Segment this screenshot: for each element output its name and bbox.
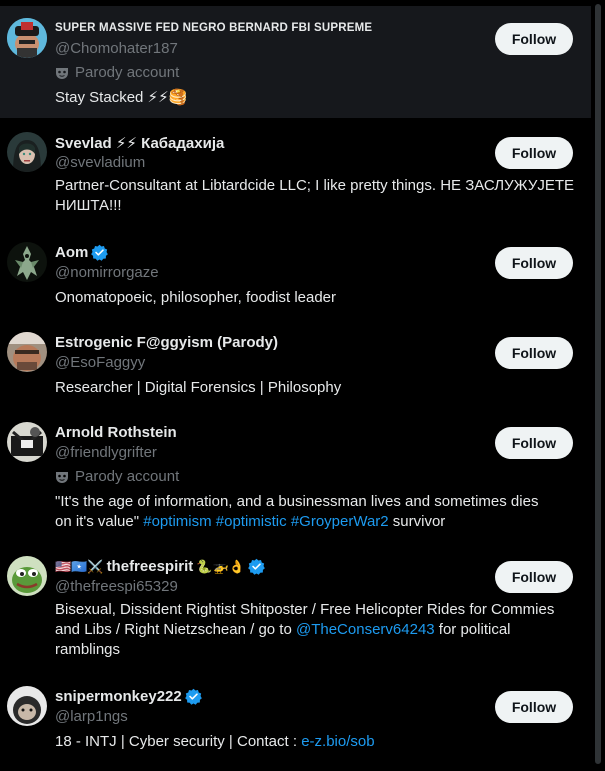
- display-name[interactable]: snipermonkey222: [55, 688, 202, 705]
- name-emoji-suffix: 🐍🚁👌: [196, 558, 245, 574]
- mask-icon: [56, 471, 68, 483]
- follow-button[interactable]: Follow: [495, 427, 573, 459]
- display-name-text[interactable]: thefreespirit: [107, 558, 194, 575]
- user-cell[interactable]: Aom @nomirrorgaze Onomatopoeic, philosop…: [0, 230, 591, 320]
- bio: Researcher | Digital Forensics | Philoso…: [55, 379, 342, 396]
- parody-label: Parody account: [55, 468, 179, 485]
- display-name[interactable]: Estrogenic F@ggyism (Parody): [55, 334, 278, 351]
- username[interactable]: @EsoFaggyy: [55, 354, 145, 371]
- display-name[interactable]: 🇺🇸🇸🇴⚔️ thefreespirit 🐍🚁👌: [55, 558, 265, 575]
- display-name-text[interactable]: Aom: [55, 244, 88, 261]
- user-cell[interactable]: snipermonkey222 @larp1ngs 18 - INTJ | Cy…: [0, 674, 591, 771]
- bio: 18 - INTJ | Cyber security | Contact : e…: [55, 732, 580, 752]
- username[interactable]: @thefreespi65329: [55, 578, 178, 595]
- username[interactable]: @nomirrorgaze: [55, 264, 159, 281]
- follow-button[interactable]: Follow: [495, 247, 573, 279]
- bio: Onomatopoeic, philosopher, foodist leade…: [55, 289, 337, 306]
- username[interactable]: @Chomohater187: [55, 40, 178, 57]
- username[interactable]: @larp1ngs: [55, 708, 128, 725]
- verified-badge-icon: [247, 558, 265, 575]
- username[interactable]: @svevladium: [55, 154, 145, 171]
- bio: "It's the age of information, and a busi…: [55, 492, 580, 532]
- bio-line: on it's value" #optimism #optimistic #Gr…: [55, 512, 580, 532]
- scrollbar[interactable]: [591, 0, 605, 771]
- bio: Stay Stacked ⚡⚡🥞: [55, 89, 188, 106]
- bio-line: НИШТА!!!: [55, 197, 122, 214]
- follow-button[interactable]: Follow: [495, 561, 573, 593]
- avatar[interactable]: [7, 332, 47, 372]
- username[interactable]: @friendlygrifter: [55, 444, 157, 461]
- user-cell[interactable]: SUPER MASSIVE FED NEGRO BERNARD FBI SUPR…: [0, 6, 591, 118]
- avatar[interactable]: [7, 422, 47, 462]
- hashtag-link[interactable]: #optimism: [143, 513, 211, 530]
- display-name[interactable]: Aom: [55, 244, 109, 261]
- mask-icon: [56, 67, 68, 79]
- follow-button[interactable]: Follow: [495, 691, 573, 723]
- bio: Partner-Consultant at Libtardcide LLC; I…: [55, 176, 580, 216]
- user-cell[interactable]: Estrogenic F@ggyism (Parody) @EsoFaggyy …: [0, 320, 591, 410]
- display-name[interactable]: SUPER MASSIVE FED NEGRO BERNARD FBI SUPR…: [55, 22, 372, 34]
- mention-link[interactable]: @TheConserv64243: [296, 621, 435, 638]
- avatar[interactable]: [7, 18, 47, 58]
- avatar[interactable]: [7, 686, 47, 726]
- display-name[interactable]: Svevlad ⚡⚡ Кабадахија: [55, 134, 224, 152]
- bio-line: "It's the age of information, and a busi…: [55, 493, 539, 510]
- display-name[interactable]: Arnold Rothstein: [55, 424, 177, 441]
- follow-button[interactable]: Follow: [495, 23, 573, 55]
- user-cell[interactable]: 🇺🇸🇸🇴⚔️ thefreespirit 🐍🚁👌 @thefreespi6532…: [0, 544, 591, 674]
- hashtag-link[interactable]: #optimistic: [216, 513, 287, 530]
- display-name-text[interactable]: snipermonkey222: [55, 688, 182, 705]
- bio-text: for political: [438, 621, 511, 638]
- parody-text: Parody account: [75, 468, 180, 485]
- parody-label: Parody account: [55, 64, 179, 81]
- bio-link[interactable]: e-z.bio/sob: [301, 733, 374, 750]
- user-cell[interactable]: Arnold Rothstein @friendlygrifter Parody…: [0, 410, 591, 544]
- follow-button[interactable]: Follow: [495, 137, 573, 169]
- bio-text: on it's value": [55, 513, 140, 530]
- name-emoji-prefix: 🇺🇸🇸🇴⚔️: [55, 558, 104, 574]
- scrollbar-thumb[interactable]: [595, 4, 601, 764]
- bio-text: survivor: [392, 513, 446, 530]
- verified-badge-icon: [91, 244, 109, 261]
- bio-line: and Libs / Right Nietzschean / go to @Th…: [55, 620, 580, 640]
- hashtag-link[interactable]: #GroyperWar2: [291, 513, 389, 530]
- bio-text: and Libs / Right Nietzschean / go to: [55, 621, 292, 638]
- bio: Bisexual, Dissident Rightist Shitposter …: [55, 600, 580, 660]
- avatar[interactable]: [7, 242, 47, 282]
- avatar[interactable]: [7, 132, 47, 172]
- bio-line: Partner-Consultant at Libtardcide LLC; I…: [55, 177, 575, 194]
- avatar[interactable]: [7, 556, 47, 596]
- bio-text: 18 - INTJ | Cyber security | Contact :: [55, 733, 298, 750]
- parody-text: Parody account: [75, 64, 180, 81]
- follow-button[interactable]: Follow: [495, 337, 573, 369]
- bio-line: ramblings: [55, 641, 121, 658]
- bio-line: Bisexual, Dissident Rightist Shitposter …: [55, 601, 555, 618]
- verified-badge-icon: [184, 688, 202, 705]
- user-cell[interactable]: Svevlad ⚡⚡ Кабадахија @svevladium Partne…: [0, 118, 591, 230]
